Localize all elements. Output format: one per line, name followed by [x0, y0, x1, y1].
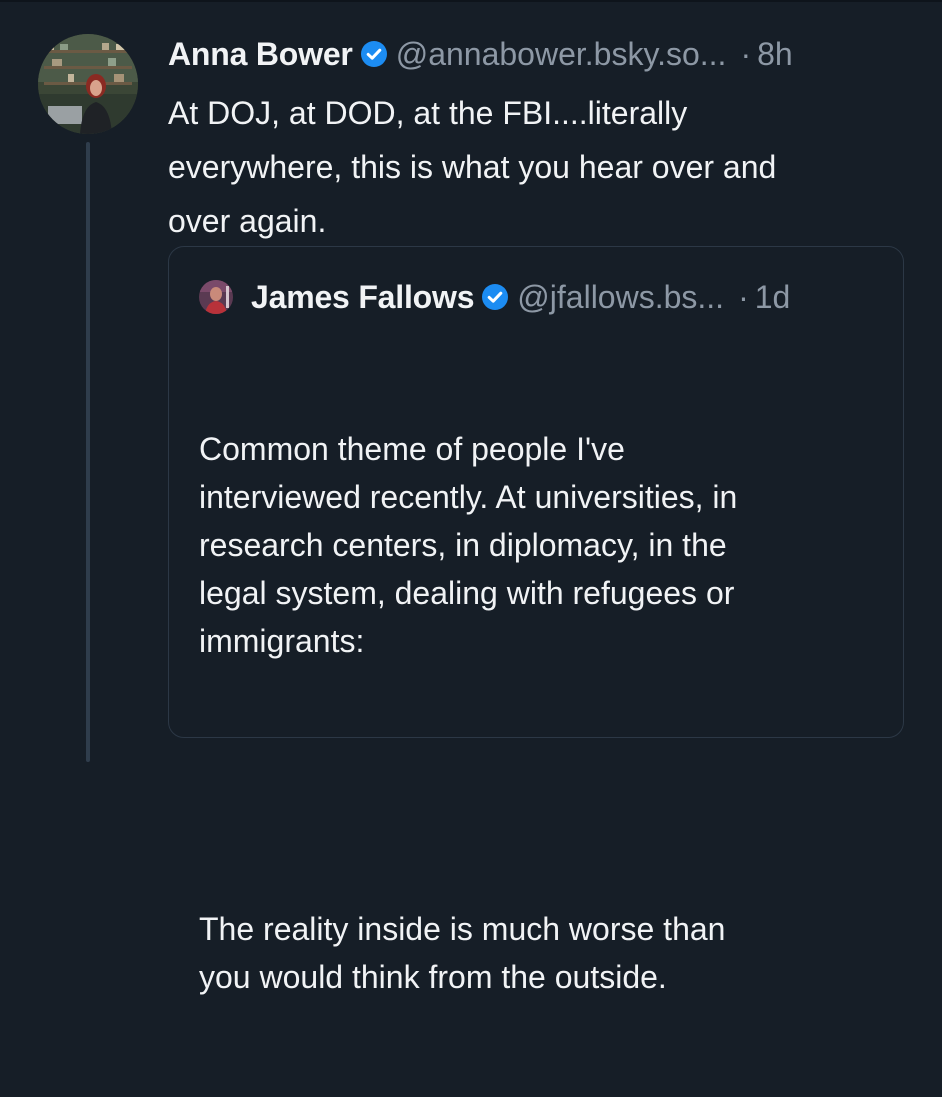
quoted-author-avatar[interactable]	[199, 280, 233, 314]
quoted-post-header: James Fallows @jfallows.bs... · 1d	[199, 275, 790, 319]
quoted-post-timestamp[interactable]: 1d	[755, 279, 791, 316]
quoted-paragraph: Common theme of people I've interviewed …	[199, 431, 738, 659]
post-header: Anna Bower @annabower.bsky.so... · 8h	[168, 32, 793, 76]
verified-check-icon	[482, 284, 509, 310]
verified-check-icon	[360, 41, 387, 67]
quoted-paragraph: The reality inside is much worse than yo…	[199, 911, 726, 995]
quoted-author-handle[interactable]: @jfallows.bs...	[517, 279, 724, 316]
avatar-image	[199, 280, 233, 314]
quoted-author-name[interactable]: James Fallows	[251, 279, 474, 316]
top-divider	[0, 0, 942, 2]
author-handle[interactable]: @annabower.bsky.so...	[396, 36, 727, 73]
quoted-post-card[interactable]: James Fallows @jfallows.bs... · 1d Commo…	[168, 246, 904, 995]
quoted-post-text: Common theme of people I've interviewed …	[199, 329, 889, 1097]
post-text: At DOJ, at DOD, at the FBI....literally …	[168, 95, 777, 239]
post-timestamp[interactable]: 8h	[757, 36, 793, 73]
thread-line	[86, 142, 90, 762]
separator-dot: ·	[738, 278, 749, 315]
author-name[interactable]: Anna Bower	[168, 36, 353, 73]
author-avatar[interactable]	[38, 34, 138, 134]
separator-dot: ·	[740, 35, 752, 72]
avatar-image	[38, 34, 138, 134]
